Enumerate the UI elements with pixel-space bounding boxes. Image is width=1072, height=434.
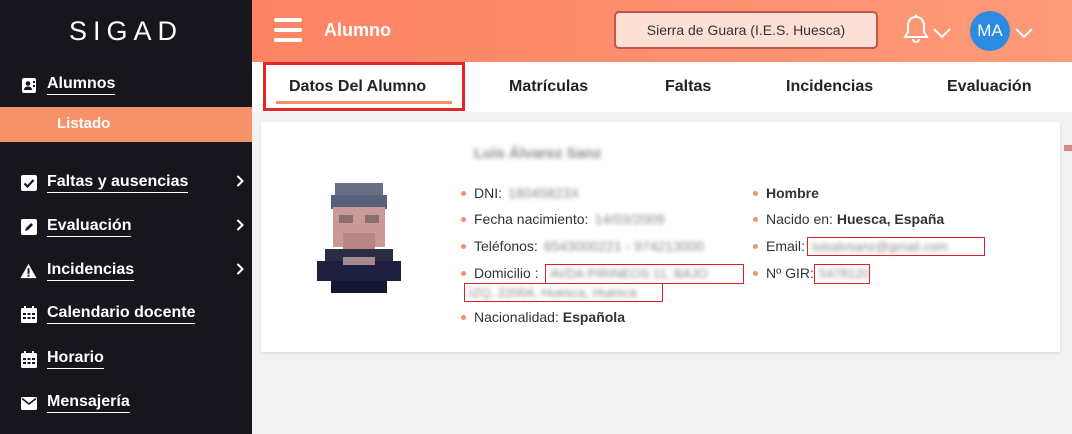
bullet-dot	[461, 243, 466, 249]
gir-field: Nº GIR:	[753, 265, 814, 281]
chevron-right-icon	[236, 174, 244, 192]
chevron-right-icon	[236, 218, 244, 236]
nationality-field: Nacionalidad: Española	[461, 309, 625, 325]
calendar-icon	[20, 350, 37, 368]
tab-matriculas[interactable]: Matrículas	[509, 78, 588, 96]
school-selector-button[interactable]: Sierra de Guara (I.E.S. Huesca)	[614, 11, 878, 49]
gender-value: Hombre	[766, 185, 819, 201]
birthplace-field: Nacido en: Huesca, España	[753, 211, 944, 227]
chevron-down-icon[interactable]	[1015, 26, 1033, 44]
sidebar-item-incidencias[interactable]: Incidencias	[20, 257, 250, 285]
top-bar: Alumno Sierra de Guara (I.E.S. Huesca) M…	[252, 0, 1072, 62]
phones-value: 6543000221 - 974213000	[543, 238, 705, 254]
address-line1-box: AVDA PIRINEOS 11, BAJO	[545, 264, 744, 284]
chevron-down-icon[interactable]	[933, 26, 951, 44]
gir-value: 5478120	[819, 266, 869, 281]
sidebar-item-label: Horario	[47, 349, 104, 369]
nationality-value: Española	[562, 309, 625, 325]
sidebar-item-calendario[interactable]: Calendario docente	[20, 300, 250, 328]
tab-incidencias[interactable]: Incidencias	[786, 78, 873, 96]
warning-icon	[20, 263, 37, 280]
address-line2: IZQ, 22004, Huesca, Huesca	[469, 285, 637, 300]
app-logo: SIGAD	[68, 15, 184, 46]
email-label: Email:	[766, 238, 805, 254]
hamburger-menu-icon[interactable]	[274, 18, 302, 42]
bullet-dot	[753, 216, 758, 222]
tab-evaluacion[interactable]: Evaluación	[947, 78, 1031, 96]
envelope-icon	[20, 395, 37, 412]
birthplace-value: Huesca, España	[836, 211, 945, 227]
sidebar: SIGAD Alumnos Listado Faltas y ausencias…	[0, 0, 252, 434]
birthplace-label: Nacido en:	[766, 211, 833, 227]
student-photo	[313, 177, 405, 303]
sidebar-item-faltas[interactable]: Faltas y ausencias	[20, 169, 250, 197]
birthdate-field: Fecha nacimiento: 14/03/2009	[461, 211, 664, 227]
edge-fragment	[1064, 145, 1072, 151]
bullet-dot	[753, 270, 758, 276]
sidebar-item-label: Incidencias	[47, 261, 135, 281]
gir-label: Nº GIR:	[766, 265, 814, 281]
address-line2-box: IZQ, 22004, Huesca, Huesca	[464, 283, 663, 302]
sidebar-item-label: Evaluación	[47, 217, 132, 237]
address-field: Domicilio :	[461, 265, 539, 281]
pencil-icon	[20, 219, 37, 236]
email-value: luisalvsanz@gmail.com	[812, 239, 949, 254]
contact-card-icon	[20, 77, 37, 94]
phones-field: Teléfonos: 6543000221 - 974213000	[461, 238, 704, 254]
dni-field: DNI: 18045823X	[461, 185, 580, 201]
bullet-dot	[753, 190, 758, 196]
birthdate-label: Fecha nacimiento:	[474, 211, 589, 227]
bullet-dot	[461, 270, 466, 276]
student-card: Luis Álvarez Sanz DNI: 18045823X Fecha n…	[261, 122, 1060, 352]
sidebar-item-label: Faltas y ausencias	[47, 173, 189, 193]
sidebar-item-label: Calendario docente	[47, 304, 196, 324]
gir-value-box: 5478120	[814, 264, 870, 284]
dni-value: 18045823X	[508, 185, 580, 201]
address-line1: AVDA PIRINEOS 11, BAJO	[550, 266, 708, 281]
tab-faltas[interactable]: Faltas	[665, 78, 711, 96]
bullet-dot	[461, 314, 466, 320]
dni-label: DNI:	[474, 185, 502, 201]
gender-field: Hombre	[753, 185, 819, 201]
sidebar-item-horario[interactable]: Horario	[20, 345, 250, 373]
tab-datos-del-alumno[interactable]: Datos Del Alumno	[289, 78, 426, 96]
sidebar-subitem-label: Listado	[57, 115, 111, 132]
bullet-dot	[461, 216, 466, 222]
nationality-label: Nacionalidad:	[474, 309, 559, 325]
bullet-dot	[753, 243, 758, 249]
email-value-box: luisalvsanz@gmail.com	[807, 237, 985, 256]
sidebar-item-label: Mensajería	[47, 393, 130, 413]
active-tab-underline	[276, 101, 452, 104]
sidebar-item-evaluacion[interactable]: Evaluación	[20, 213, 250, 241]
sidebar-item-mensajeria[interactable]: Mensajería	[20, 389, 250, 417]
sidebar-item-label: Alumnos	[47, 75, 116, 95]
email-field: Email:	[753, 238, 805, 254]
chevron-right-icon	[236, 262, 244, 280]
sidebar-subitem-listado[interactable]: Listado	[0, 107, 252, 142]
sidebar-item-alumnos[interactable]: Alumnos	[20, 71, 250, 99]
student-name: Luis Álvarez Sanz	[474, 145, 602, 162]
tab-bar: Datos Del Alumno Matrículas Faltas Incid…	[252, 62, 1072, 112]
bullet-dot	[461, 190, 466, 196]
checkbox-icon	[20, 175, 37, 192]
bell-icon[interactable]	[903, 14, 929, 49]
address-label: Domicilio :	[474, 265, 539, 281]
phones-label: Teléfonos:	[474, 238, 538, 254]
birthdate-value: 14/03/2009	[594, 211, 665, 227]
avatar[interactable]: MA	[970, 11, 1010, 51]
calendar-icon	[20, 305, 37, 323]
page-title: Alumno	[324, 20, 391, 40]
